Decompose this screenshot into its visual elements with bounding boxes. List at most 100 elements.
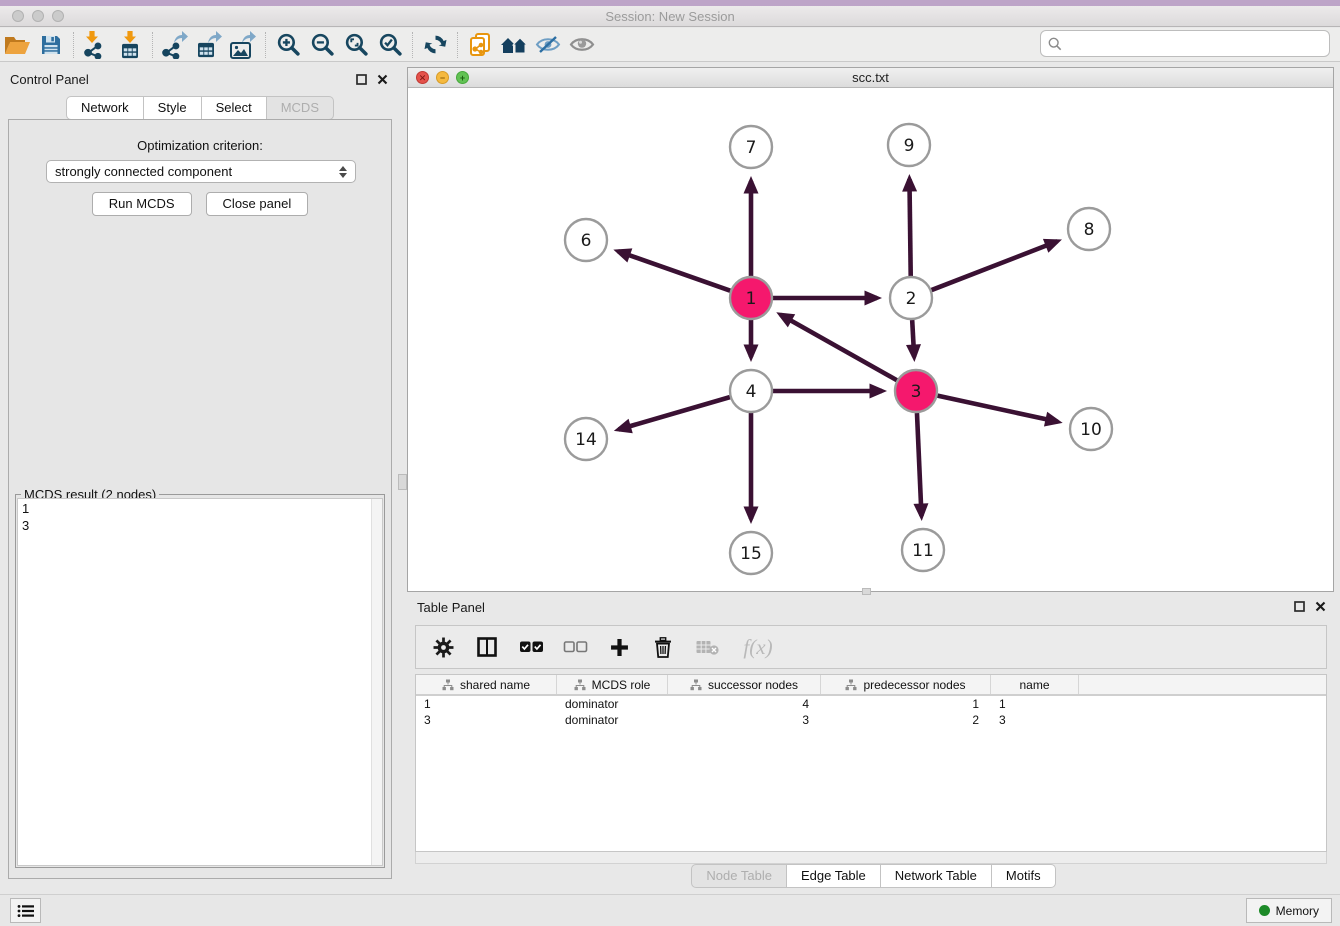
delete-table-button [692,632,722,662]
toolbar-separator [457,32,458,58]
column-header-successor-nodes[interactable]: successor nodes [668,675,821,694]
edge-2-3[interactable] [912,320,914,357]
tab-network-table[interactable]: Network Table [881,864,992,888]
tab-style[interactable]: Style [144,96,202,120]
edge-3-10[interactable] [937,396,1057,422]
column-header-MCDS-role[interactable]: MCDS role [557,675,668,694]
table-cell[interactable]: 1 [416,696,557,712]
zoom-fit-button[interactable] [339,30,373,60]
table-header-row[interactable]: shared nameMCDS rolesuccessor nodesprede… [416,675,1326,696]
task-history-button[interactable] [10,898,41,923]
table-cell[interactable]: dominator [557,712,668,728]
node-table[interactable]: shared nameMCDS rolesuccessor nodesprede… [415,674,1327,852]
minimize-network-icon[interactable]: − [436,71,449,84]
gear-icon [433,637,454,658]
split-divider-grip[interactable] [398,474,407,490]
table-cell[interactable]: 4 [668,696,821,712]
network-canvas[interactable]: 7968124314101511 [408,88,1333,591]
network-graph[interactable]: 7968124314101511 [408,88,1333,591]
tab-edge-table[interactable]: Edge Table [787,864,881,888]
table-cell[interactable]: 3 [991,712,1079,728]
eye-slash-icon [535,35,561,54]
export-image-button[interactable] [226,30,260,60]
table-cell[interactable]: 1 [821,696,991,712]
close-network-icon[interactable]: ✕ [416,71,429,84]
open-folder-icon [4,34,31,56]
table-row[interactable]: 3dominator323 [416,712,1326,728]
float-panel-icon[interactable] [1293,600,1305,612]
tab-select[interactable]: Select [202,96,267,120]
float-panel-icon[interactable] [355,73,367,85]
zoom-out-icon [310,32,335,57]
toolbar-separator [73,32,74,58]
column-header-shared-name[interactable]: shared name [416,675,557,694]
table-cell[interactable]: 2 [821,712,991,728]
import-network-button[interactable] [79,30,113,60]
column-header-predecessor-nodes[interactable]: predecessor nodes [821,675,991,694]
clone-network-button[interactable] [463,30,497,60]
criterion-dropdown[interactable]: strongly connected component [46,160,356,183]
edge-1-6[interactable] [618,251,730,290]
select-all-rows-button[interactable] [516,632,546,662]
memory-label: Memory [1276,904,1319,918]
open-session-button[interactable] [0,30,34,60]
close-panel-icon[interactable] [1314,600,1326,612]
mcds-result-textarea[interactable]: 1 3 [17,498,383,866]
close-panel-icon[interactable] [376,73,388,85]
mcds-result-text: 1 3 [18,499,382,534]
zoom-selected-button[interactable] [373,30,407,60]
network-window-titlebar[interactable]: ✕ − + scc.txt [408,68,1333,88]
plus-icon [610,638,629,657]
close-panel-button[interactable]: Close panel [206,192,309,216]
run-mcds-button[interactable]: Run MCDS [92,192,192,216]
search-input[interactable] [1067,36,1329,51]
deselect-all-rows-button[interactable] [560,632,590,662]
memory-button[interactable]: Memory [1246,898,1332,923]
zoom-in-button[interactable] [271,30,305,60]
table-row[interactable]: 1dominator411 [416,696,1326,712]
column-header-name[interactable]: name [991,675,1079,694]
edge-3-1[interactable] [781,315,897,381]
mcds-result-group: MCDS result (2 nodes) 1 3 [15,494,385,868]
network-view-window: ✕ − + scc.txt 7968124314101511 [407,67,1334,592]
node-label-7: 7 [746,138,757,158]
import-table-button[interactable] [113,30,147,60]
delete-column-button[interactable] [648,632,678,662]
eye-icon [569,35,595,54]
node-label-9: 9 [904,136,915,156]
edge-2-8[interactable] [932,241,1058,290]
zoom-out-button[interactable] [305,30,339,60]
hide-style-button[interactable] [531,30,565,60]
table-cell[interactable]: dominator [557,696,668,712]
table-cell[interactable]: 1 [991,696,1079,712]
table-cell[interactable]: 3 [668,712,821,728]
table-split-view-button[interactable] [472,632,502,662]
edge-4-14[interactable] [619,397,730,429]
table-horizontal-scrollbar[interactable] [415,852,1327,864]
edge-2-9[interactable] [909,179,910,276]
edge-3-11[interactable] [917,413,922,516]
status-bar: Memory [0,894,1340,926]
show-style-button[interactable] [565,30,599,60]
add-column-button[interactable] [604,632,634,662]
export-table-button[interactable] [192,30,226,60]
export-network-button[interactable] [158,30,192,60]
maximize-network-icon[interactable]: + [456,71,469,84]
save-session-button[interactable] [34,30,68,60]
tab-motifs[interactable]: Motifs [992,864,1056,888]
app-titlebar: Session: New Session [0,6,1340,27]
chevron-updown-icon [339,166,347,178]
refresh-button[interactable] [418,30,452,60]
table-cell[interactable]: 3 [416,712,557,728]
result-scrollbar[interactable] [371,499,382,865]
home-button[interactable] [497,30,531,60]
window-title: Session: New Session [0,9,1340,24]
tab-mcds[interactable]: MCDS [267,96,334,120]
control-panel-title: Control Panel [10,72,89,87]
table-settings-button[interactable] [428,632,458,662]
node-label-4: 4 [746,382,757,402]
split-divider-grip[interactable] [862,588,871,595]
tab-node-table[interactable]: Node Table [691,864,787,888]
toolbar-search[interactable] [1040,30,1330,57]
tab-network[interactable]: Network [66,96,144,120]
